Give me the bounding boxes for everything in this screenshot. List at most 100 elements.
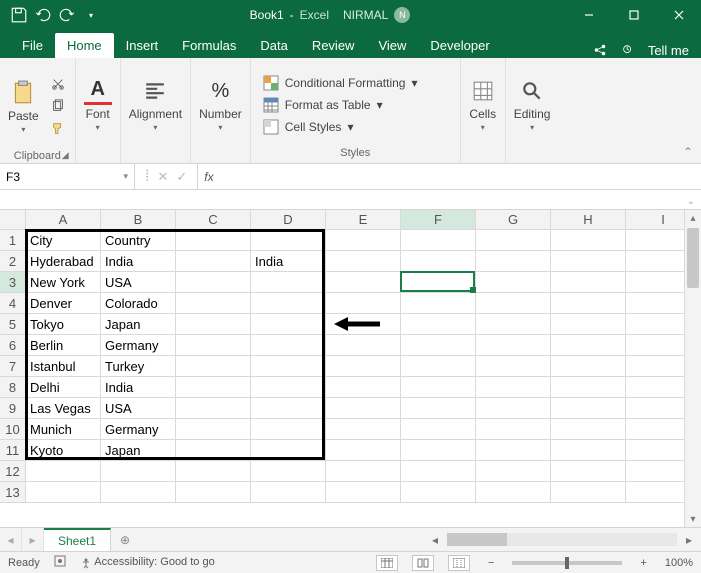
cell[interactable] [401, 482, 476, 503]
tab-data[interactable]: Data [248, 33, 299, 58]
cell[interactable] [326, 314, 401, 335]
editing-button[interactable]: Editing ▾ [514, 77, 551, 132]
cell[interactable] [251, 419, 326, 440]
cell[interactable]: Germany [101, 419, 176, 440]
cell[interactable] [176, 251, 251, 272]
share-icon[interactable] [592, 42, 608, 58]
sheet-tab-active[interactable]: Sheet1 [44, 528, 111, 551]
cell[interactable]: Hyderabad [26, 251, 101, 272]
select-all-corner[interactable] [0, 210, 26, 230]
cell[interactable] [251, 356, 326, 377]
row-header[interactable]: 5 [0, 314, 26, 335]
cell[interactable] [551, 335, 626, 356]
tab-view[interactable]: View [366, 33, 418, 58]
cell[interactable] [476, 398, 551, 419]
cell[interactable] [326, 461, 401, 482]
tab-review[interactable]: Review [300, 33, 367, 58]
cell[interactable] [476, 377, 551, 398]
cell[interactable] [401, 440, 476, 461]
cell[interactable] [251, 398, 326, 419]
view-page-layout-icon[interactable] [412, 555, 434, 571]
column-header[interactable]: C [176, 210, 251, 230]
font-button[interactable]: A Font ▾ [84, 77, 112, 132]
cell[interactable] [476, 230, 551, 251]
cell[interactable]: USA [101, 398, 176, 419]
worksheet-area[interactable]: ABCDEFGHI1CityCountry2HyderabadIndiaIndi… [0, 210, 701, 527]
cell[interactable] [101, 461, 176, 482]
copy-icon[interactable] [49, 97, 67, 115]
cell[interactable] [551, 314, 626, 335]
cell[interactable]: Las Vegas [26, 398, 101, 419]
cell[interactable]: Berlin [26, 335, 101, 356]
tab-home[interactable]: Home [55, 33, 114, 58]
cell[interactable] [176, 398, 251, 419]
cell[interactable]: India [251, 251, 326, 272]
enter-formula-icon[interactable]: ✓ [176, 169, 187, 185]
cell[interactable] [251, 335, 326, 356]
cell[interactable] [476, 272, 551, 293]
column-header[interactable]: B [101, 210, 176, 230]
scroll-left-icon[interactable]: ◂ [427, 533, 443, 547]
cell[interactable] [176, 482, 251, 503]
scroll-thumb[interactable] [687, 228, 699, 288]
cell[interactable] [176, 377, 251, 398]
zoom-slider[interactable] [512, 561, 622, 565]
avatar[interactable]: N [394, 7, 410, 23]
zoom-out-button[interactable]: − [484, 557, 498, 569]
cell[interactable] [176, 230, 251, 251]
cell[interactable] [476, 461, 551, 482]
cut-icon[interactable] [49, 75, 67, 93]
cell[interactable] [251, 293, 326, 314]
cell[interactable] [326, 272, 401, 293]
cell[interactable] [551, 419, 626, 440]
tab-file[interactable]: File [10, 33, 55, 58]
row-header[interactable]: 12 [0, 461, 26, 482]
row-header[interactable]: 2 [0, 251, 26, 272]
undo-icon[interactable] [34, 6, 52, 24]
paste-button[interactable]: Paste ▾ [8, 79, 39, 134]
cell[interactable] [176, 461, 251, 482]
cell[interactable] [401, 293, 476, 314]
cell-styles-button[interactable]: Cell Styles ▾ [259, 118, 422, 136]
redo-icon[interactable] [58, 6, 76, 24]
cell[interactable]: Istanbul [26, 356, 101, 377]
cell[interactable] [326, 293, 401, 314]
cell[interactable] [476, 335, 551, 356]
column-header[interactable]: G [476, 210, 551, 230]
view-page-break-icon[interactable] [448, 555, 470, 571]
format-as-table-button[interactable]: Format as Table ▾ [259, 96, 422, 114]
tell-me-icon[interactable] [620, 42, 636, 58]
zoom-in-button[interactable]: + [636, 557, 650, 569]
sheet-nav-next-icon[interactable]: ▸ [22, 528, 44, 551]
cell[interactable] [326, 482, 401, 503]
cell[interactable] [401, 251, 476, 272]
cell[interactable]: Munich [26, 419, 101, 440]
cell[interactable]: Colorado [101, 293, 176, 314]
formula-input[interactable] [220, 164, 701, 189]
cell[interactable] [326, 377, 401, 398]
cell[interactable] [326, 251, 401, 272]
cell[interactable] [176, 314, 251, 335]
cell[interactable] [551, 293, 626, 314]
cell[interactable] [401, 461, 476, 482]
cell[interactable]: Denver [26, 293, 101, 314]
row-header[interactable]: 11 [0, 440, 26, 461]
cell[interactable] [326, 230, 401, 251]
cell[interactable]: India [101, 251, 176, 272]
cell[interactable] [326, 419, 401, 440]
cell[interactable] [476, 251, 551, 272]
cell[interactable] [401, 230, 476, 251]
cell[interactable] [551, 482, 626, 503]
cell[interactable]: India [101, 377, 176, 398]
fx-icon[interactable]: fx [198, 164, 219, 189]
cell[interactable] [251, 230, 326, 251]
cell[interactable]: USA [101, 272, 176, 293]
cell[interactable] [176, 419, 251, 440]
new-sheet-button[interactable]: ⊕ [111, 528, 139, 551]
cells-button[interactable]: Cells ▾ [469, 77, 497, 132]
cell[interactable] [326, 356, 401, 377]
cell[interactable] [476, 482, 551, 503]
scroll-track[interactable] [447, 533, 677, 546]
qat-customize-icon[interactable]: ▾ [82, 6, 100, 24]
cell[interactable]: Country [101, 230, 176, 251]
